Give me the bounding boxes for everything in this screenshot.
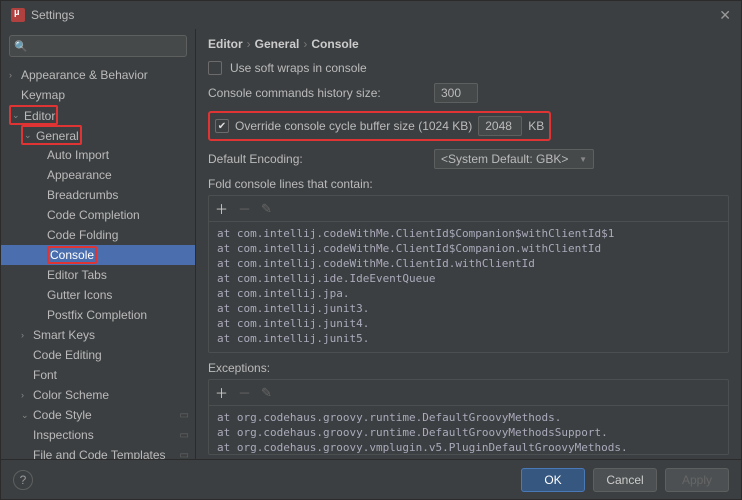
tree-item-smart-keys[interactable]: ›Smart Keys — [1, 325, 195, 345]
override-buffer-checkbox[interactable] — [215, 119, 229, 133]
list-item[interactable]: at com.intellij.ide.IdeEventQueue — [217, 271, 720, 286]
override-buffer-unit: KB — [528, 119, 544, 133]
list-item[interactable]: at com.intellij.jpa. — [217, 286, 720, 301]
fold-list[interactable]: at com.intellij.codeWithMe.ClientId$Comp… — [209, 222, 728, 352]
apply-button: Apply — [665, 468, 729, 492]
override-buffer-input[interactable] — [478, 116, 522, 136]
tree-item-file-and-code-templates[interactable]: File and Code Templates▭ — [1, 445, 195, 459]
exceptions-label: Exceptions: — [208, 361, 729, 375]
add-fold-button[interactable]: ＋ — [215, 199, 228, 218]
tree-item-color-scheme[interactable]: ›Color Scheme — [1, 385, 195, 405]
app-icon — [11, 8, 25, 22]
list-item[interactable]: at com.intellij.codeWithMe.ClientId$Comp… — [217, 241, 720, 256]
encoding-combo[interactable]: <System Default: GBK> ▼ — [434, 149, 594, 169]
ok-button[interactable]: OK — [521, 468, 585, 492]
soft-wraps-checkbox[interactable] — [208, 61, 222, 75]
help-button[interactable]: ? — [13, 470, 33, 490]
tree-item-appearance-behavior[interactable]: ›Appearance & Behavior — [1, 65, 195, 85]
tree-item-editor[interactable]: ⌄Editor — [1, 105, 195, 125]
tree-item-code-folding[interactable]: Code Folding — [1, 225, 195, 245]
tree-item-keymap[interactable]: Keymap — [1, 85, 195, 105]
list-item[interactable]: at com.intellij.junit5. — [217, 331, 720, 346]
history-size-input[interactable] — [434, 83, 478, 103]
tree-item-code-editing[interactable]: Code Editing — [1, 345, 195, 365]
breadcrumb: Editor›General›Console — [196, 29, 741, 61]
tree-item-postfix-completion[interactable]: Postfix Completion — [1, 305, 195, 325]
window-title: Settings — [31, 8, 719, 22]
tree-item-general[interactable]: ⌄General — [1, 125, 195, 145]
history-size-label: Console commands history size: — [208, 86, 426, 100]
list-item[interactable]: at org.codehaus.groovy.runtime.DefaultGr… — [217, 425, 720, 440]
remove-exception-button: － — [238, 383, 251, 402]
chevron-down-icon: ▼ — [579, 155, 587, 164]
fold-label: Fold console lines that contain: — [208, 177, 729, 191]
tree-item-editor-tabs[interactable]: Editor Tabs — [1, 265, 195, 285]
list-item[interactable]: at com.intellij.junit4. — [217, 316, 720, 331]
override-buffer-highlight: Override console cycle buffer size (1024… — [208, 111, 551, 141]
list-item[interactable]: at org.codehaus.groovy.runtime.DefaultGr… — [217, 410, 720, 425]
tree-item-code-completion[interactable]: Code Completion — [1, 205, 195, 225]
edit-exception-button: ✎ — [261, 385, 272, 401]
remove-fold-button: － — [238, 199, 251, 218]
search-input[interactable] — [9, 35, 187, 57]
tree-item-code-style[interactable]: ⌄Code Style▭ — [1, 405, 195, 425]
list-item[interactable]: at org.codehaus.groovy.vmplugin.v5.Plugi… — [217, 440, 720, 454]
edit-fold-button: ✎ — [261, 201, 272, 217]
tree-item-font[interactable]: Font — [1, 365, 195, 385]
tree-item-console[interactable]: Console — [1, 245, 195, 265]
list-item[interactable]: at com.intellij.junit3. — [217, 301, 720, 316]
tree-item-appearance[interactable]: Appearance — [1, 165, 195, 185]
exceptions-list[interactable]: at org.codehaus.groovy.runtime.DefaultGr… — [209, 406, 728, 454]
list-item[interactable]: at com.intellij.codeWithMe.ClientId$Comp… — [217, 226, 720, 241]
settings-tree[interactable]: ›Appearance & BehaviorKeymap⌄Editor⌄Gene… — [1, 63, 195, 459]
cancel-button[interactable]: Cancel — [593, 468, 657, 492]
add-exception-button[interactable]: ＋ — [215, 383, 228, 402]
close-icon[interactable]: ✕ — [719, 7, 731, 24]
list-item[interactable]: at com.intellij.codeWithMe.ClientId.with… — [217, 256, 720, 271]
tree-item-inspections[interactable]: Inspections▭ — [1, 425, 195, 445]
tree-item-auto-import[interactable]: Auto Import — [1, 145, 195, 165]
encoding-label: Default Encoding: — [208, 152, 426, 166]
search-icon: 🔍 — [14, 40, 28, 53]
tree-item-gutter-icons[interactable]: Gutter Icons — [1, 285, 195, 305]
soft-wraps-label: Use soft wraps in console — [230, 61, 367, 75]
override-buffer-label: Override console cycle buffer size (1024… — [235, 119, 472, 133]
tree-item-breadcrumbs[interactable]: Breadcrumbs — [1, 185, 195, 205]
